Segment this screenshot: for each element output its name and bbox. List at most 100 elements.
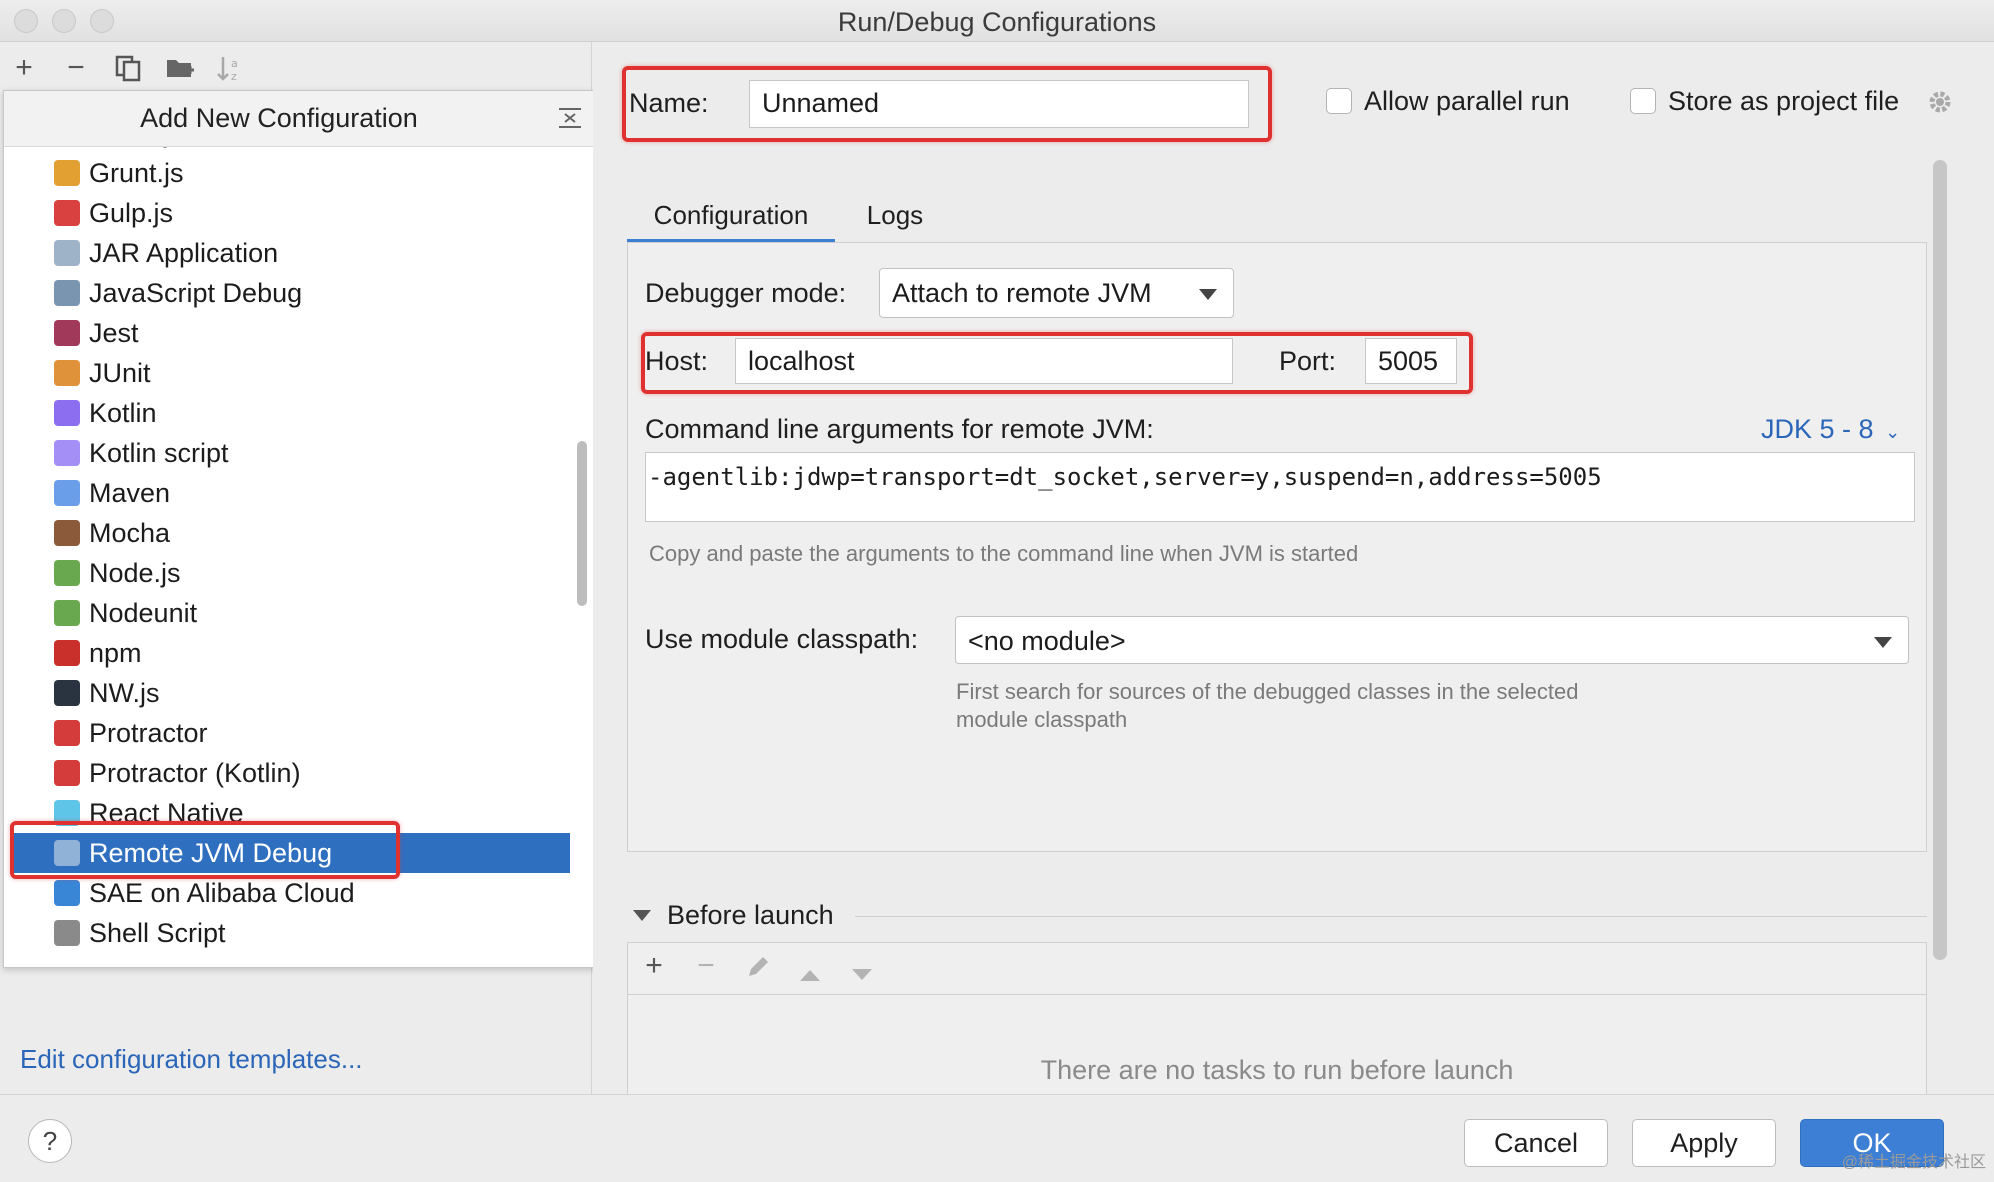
configuration-editor: Name: Unnamed Allow parallel run Store a… bbox=[593, 42, 1994, 1134]
popup-title: Add New Configuration bbox=[140, 103, 418, 133]
debugger-mode-select[interactable]: Attach to remote JVM bbox=[879, 268, 1234, 318]
debugger-mode-value: Attach to remote JVM bbox=[892, 278, 1152, 308]
gulp-icon bbox=[54, 200, 80, 226]
copy-icon[interactable] bbox=[110, 50, 146, 86]
popup-header: Add New Configuration bbox=[4, 91, 595, 147]
config-type-item-protractor-kotlin[interactable]: Protractor (Kotlin) bbox=[4, 753, 570, 793]
editor-scrollbar[interactable] bbox=[1933, 160, 1947, 960]
config-type-item-nw-js[interactable]: NW.js bbox=[4, 673, 570, 713]
config-type-item-junit[interactable]: JUnit bbox=[4, 353, 570, 393]
minus-icon[interactable]: − bbox=[686, 949, 726, 983]
jest-icon bbox=[54, 320, 80, 346]
move-down-icon[interactable] bbox=[842, 957, 882, 991]
grunt-icon bbox=[54, 160, 80, 186]
before-launch-empty-text: There are no tasks to run before launch bbox=[1040, 1055, 1514, 1085]
jdk-version-link[interactable]: JDK 5 - 8 ⌄ bbox=[1761, 414, 1900, 445]
nodejs-icon bbox=[54, 560, 80, 586]
shell-script-icon bbox=[54, 920, 80, 946]
new-folder-icon[interactable] bbox=[162, 50, 198, 86]
help-button[interactable]: ? bbox=[28, 1119, 72, 1163]
watermark: @稀土掘金技术社区 bbox=[1841, 1154, 1986, 1171]
kotlin-icon bbox=[54, 400, 80, 426]
config-type-item-gulp-js[interactable]: Gulp.js bbox=[4, 193, 570, 233]
config-type-label: Jest bbox=[89, 318, 139, 348]
expand-triangle-icon[interactable] bbox=[633, 910, 651, 921]
config-type-label: Mocha bbox=[89, 518, 171, 548]
config-type-label: NW.js bbox=[89, 678, 160, 708]
configurations-sidebar: + − az Add New Configuration GroovyGrunt… bbox=[0, 42, 596, 1094]
svg-text:z: z bbox=[231, 70, 237, 83]
config-type-label: Kotlin script bbox=[89, 438, 229, 468]
pencil-icon[interactable] bbox=[738, 953, 778, 989]
config-type-item-nodeunit[interactable]: Nodeunit bbox=[4, 593, 570, 633]
config-type-label: Node.js bbox=[89, 558, 181, 588]
config-type-item-kotlin[interactable]: Kotlin bbox=[4, 393, 570, 433]
config-type-item-grunt-js[interactable]: Grunt.js bbox=[4, 153, 570, 193]
plus-icon[interactable]: + bbox=[634, 949, 674, 983]
config-type-label: Gulp.js bbox=[89, 198, 174, 228]
minus-icon[interactable]: − bbox=[58, 50, 94, 86]
module-classpath-select[interactable]: <no module> bbox=[955, 616, 1909, 664]
mocha-icon bbox=[54, 520, 80, 546]
command-line-args-hint: Copy and paste the arguments to the comm… bbox=[649, 541, 1359, 566]
config-type-label: Grunt.js bbox=[89, 158, 184, 188]
add-new-configuration-popup: Add New Configuration GroovyGrunt.jsGulp… bbox=[3, 90, 596, 968]
window-title: Run/Debug Configurations bbox=[837, 7, 1157, 37]
tab-configuration[interactable]: Configuration bbox=[627, 187, 835, 243]
config-type-item-javascript-debug[interactable]: JavaScript Debug bbox=[4, 273, 570, 313]
kotlin-script-icon bbox=[54, 440, 80, 466]
chevron-down-icon bbox=[1199, 289, 1217, 300]
config-type-label: JAR Application bbox=[89, 238, 279, 268]
junit-icon bbox=[54, 360, 80, 386]
config-type-item-mocha[interactable]: Mocha bbox=[4, 513, 570, 553]
edit-configuration-templates-link[interactable]: Edit configuration templates... bbox=[20, 1044, 363, 1075]
allow-parallel-run-checkbox[interactable] bbox=[1326, 88, 1352, 114]
popup-scrollbar[interactable] bbox=[577, 441, 587, 606]
sort-icon[interactable]: az bbox=[212, 50, 248, 86]
chevron-down-icon: ⌄ bbox=[1885, 422, 1901, 442]
config-type-label: JUnit bbox=[89, 358, 151, 388]
cancel-button[interactable]: Cancel bbox=[1464, 1119, 1608, 1167]
debugger-mode-label: Debugger mode: bbox=[645, 278, 847, 308]
config-type-label: Protractor (Kotlin) bbox=[89, 758, 301, 788]
config-type-label: Maven bbox=[89, 478, 171, 508]
config-type-item-kotlin-script[interactable]: Kotlin script bbox=[4, 433, 570, 473]
store-as-project-file-label: Store as project file bbox=[1668, 86, 1900, 116]
collapse-all-icon[interactable] bbox=[557, 105, 583, 131]
editor-scrollbar-thumb[interactable] bbox=[1933, 160, 1947, 960]
before-launch-label: Before launch bbox=[667, 900, 834, 930]
store-as-project-file-checkbox[interactable] bbox=[1630, 88, 1656, 114]
module-classpath-label: Use module classpath: bbox=[645, 624, 919, 654]
move-up-icon[interactable] bbox=[790, 957, 830, 991]
config-type-label: JavaScript Debug bbox=[89, 278, 303, 308]
configuration-type-list: GroovyGrunt.jsGulp.jsJAR ApplicationJava… bbox=[4, 147, 570, 967]
module-classpath-hint-line-2: module classpath bbox=[956, 707, 1128, 732]
config-type-label: npm bbox=[89, 638, 142, 668]
chevron-down-icon bbox=[1874, 637, 1892, 648]
config-type-item-node-js[interactable]: Node.js bbox=[4, 553, 570, 593]
config-type-item-maven[interactable]: Maven bbox=[4, 473, 570, 513]
selected-item-highlight-box bbox=[10, 821, 400, 879]
config-type-item-protractor[interactable]: Protractor bbox=[4, 713, 570, 753]
config-type-item-jest[interactable]: Jest bbox=[4, 313, 570, 353]
apply-button[interactable]: Apply bbox=[1632, 1119, 1776, 1167]
config-type-item-sae-on-alibaba-cloud[interactable]: SAE on Alibaba Cloud bbox=[4, 873, 570, 913]
before-launch-toolbar: + − bbox=[627, 942, 1927, 994]
gear-icon[interactable] bbox=[1926, 88, 1954, 116]
config-type-item-npm[interactable]: npm bbox=[4, 633, 570, 673]
tab-logs[interactable]: Logs bbox=[845, 187, 945, 243]
command-line-args-field[interactable]: -agentlib:jdwp=transport=dt_socket,serve… bbox=[645, 452, 1915, 522]
config-type-item-jar-application[interactable]: JAR Application bbox=[4, 233, 570, 273]
protractor-kotlin-icon bbox=[54, 760, 80, 786]
run-debug-configurations-window: Run/Debug Configurations + − az Add New … bbox=[0, 0, 1994, 1182]
jar-icon bbox=[54, 240, 80, 266]
alibaba-cloud-icon bbox=[54, 880, 80, 906]
config-type-label: SAE on Alibaba Cloud bbox=[89, 878, 355, 908]
allow-parallel-run-label: Allow parallel run bbox=[1364, 86, 1570, 116]
config-type-label: Protractor bbox=[89, 718, 208, 748]
plus-icon[interactable]: + bbox=[6, 50, 42, 86]
nwjs-icon bbox=[54, 680, 80, 706]
svg-text:a: a bbox=[231, 57, 238, 70]
module-classpath-value: <no module> bbox=[968, 626, 1126, 656]
config-type-item-shell-script[interactable]: Shell Script bbox=[4, 913, 570, 953]
